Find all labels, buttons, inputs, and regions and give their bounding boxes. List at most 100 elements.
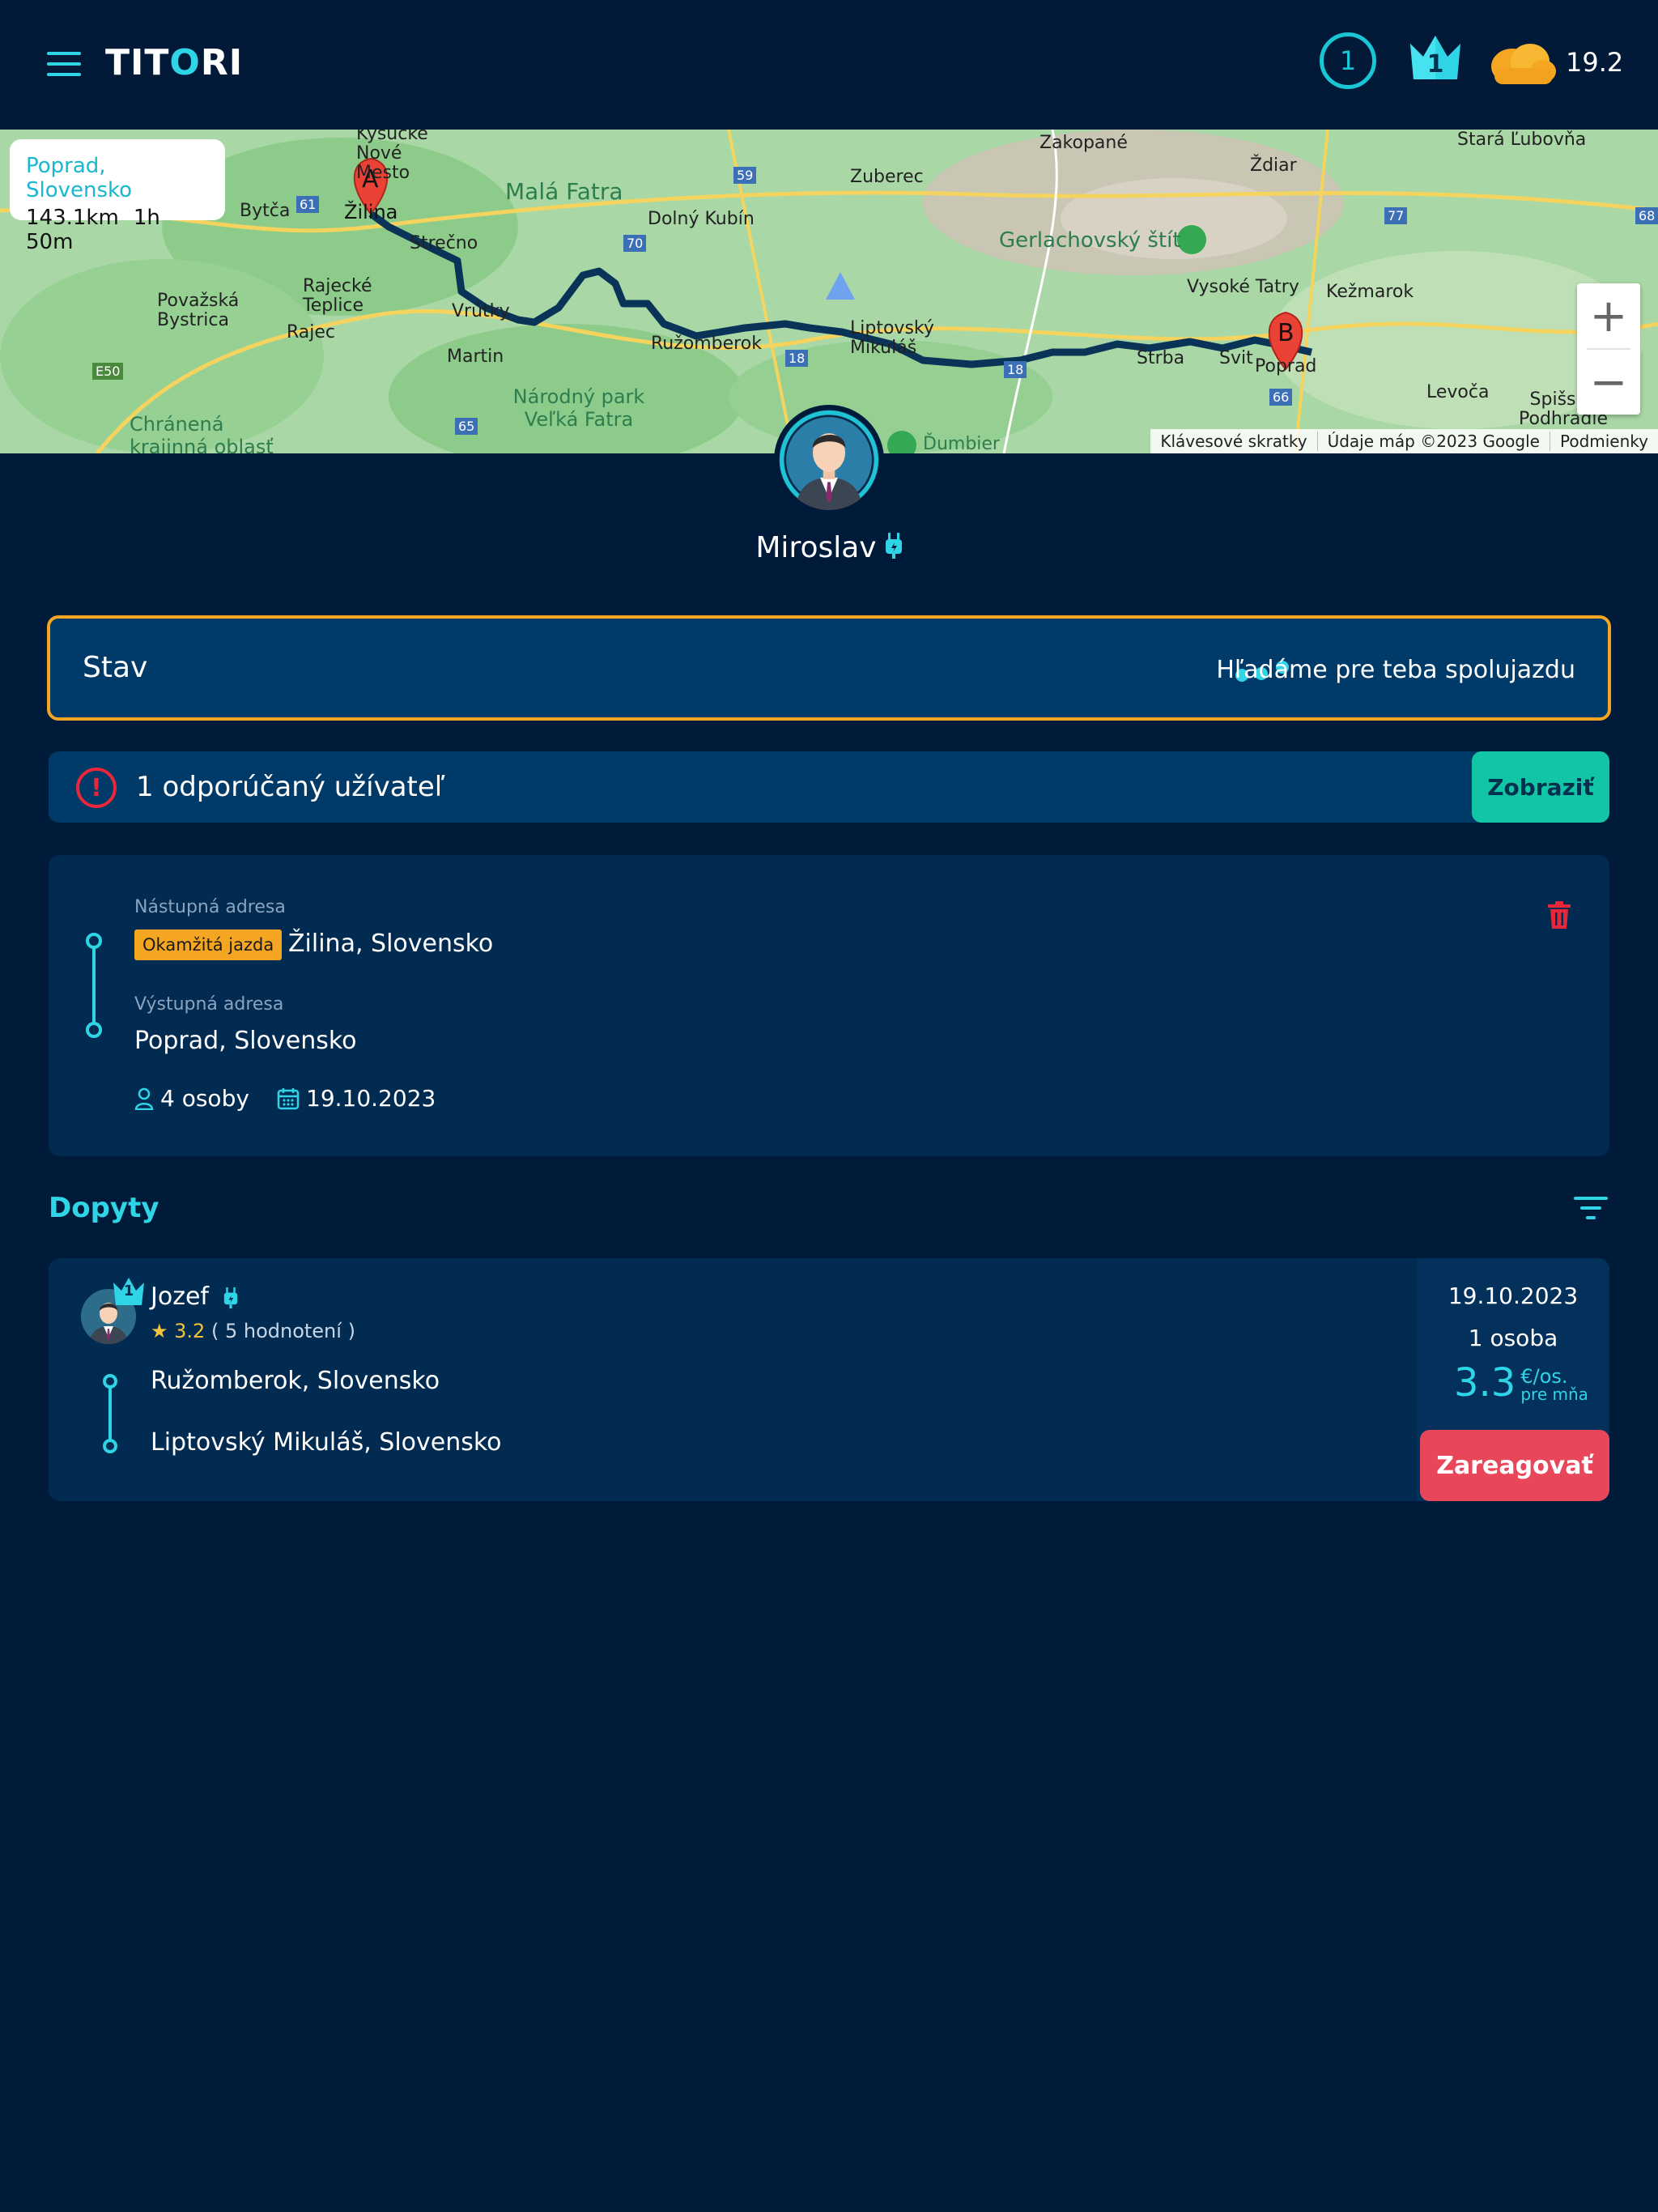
route-timeline-icon [86, 933, 102, 1038]
map-label: Levoča [1426, 382, 1490, 402]
map-label: Zuberec [850, 167, 924, 187]
crown-rank: 1 [123, 1283, 134, 1300]
filter-icon[interactable] [1574, 1195, 1608, 1221]
request-from: Ružomberok, Slovensko [151, 1367, 440, 1395]
road-shield: 65 [455, 418, 478, 435]
avatar[interactable] [774, 405, 884, 515]
alert-icon: ! [76, 768, 117, 808]
crown-rank: 1 [1426, 50, 1444, 79]
map-label: Národný park Veľká Fatra [512, 385, 645, 431]
status-label: Stav [83, 651, 148, 684]
rating: ★ 3.2 ( 5 hodnotení ) [151, 1320, 355, 1342]
instant-ride-badge: Okamžitá jazda [134, 929, 283, 960]
map-label: Poprad [1255, 356, 1317, 376]
logo-accent-letter: O [169, 42, 201, 83]
road-shield: E50 [92, 363, 124, 380]
request-card[interactable]: 1 Jozef ★ 3.2 ( 5 hodnotení ) Ružomberok… [49, 1258, 1609, 1501]
review-count: ( 5 hodnotení ) [210, 1320, 355, 1342]
price-unit: €/os. [1520, 1365, 1568, 1388]
app-header: TITORI 1 1 19.2 [0, 0, 1658, 130]
request-date: 19.10.2023 [1448, 1283, 1579, 1309]
ev-plug-icon [223, 1287, 237, 1308]
map-label: Chránená krajinná oblasť [130, 413, 274, 453]
recommended-users-bar: ! 1 odporúčaný užívateľ Zobraziť [49, 751, 1609, 823]
show-button[interactable]: Zobraziť [1472, 751, 1609, 823]
app-logo[interactable]: TITORI [105, 42, 243, 83]
road-shield: 61 [296, 196, 320, 213]
date-info: 19.10.2023 [277, 1085, 436, 1112]
map-label: Ďumbier [923, 434, 1000, 453]
map-label: Svit [1219, 348, 1253, 368]
zoom-out-button[interactable]: − [1577, 350, 1640, 415]
weather-cloud-icon [1488, 39, 1558, 87]
trash-icon[interactable] [1546, 900, 1572, 929]
map-label: Považská Bystrica [157, 291, 240, 330]
request-seats: 1 osoba [1468, 1325, 1558, 1351]
map-label: Dolný Kubín [648, 209, 755, 229]
menu-icon[interactable] [47, 52, 81, 76]
dropoff-label: Výstupná adresa [134, 994, 284, 1015]
crown-icon: 1 [112, 1276, 146, 1307]
map-attribution: Klávesové skratky Údaje máp ©2023 Google… [1150, 429, 1658, 453]
map-label: Gerlachovský štít [999, 228, 1181, 253]
recommended-text: 1 odporúčaný užívateľ [136, 771, 445, 803]
map-label: Strečno [410, 233, 478, 253]
dropoff-address: Poprad, Slovensko [134, 1027, 357, 1055]
price-value: 3.3 [1454, 1360, 1516, 1406]
route-meta: 143.1km 1h 50m [26, 206, 209, 254]
profile-name: Miroslav [0, 531, 1658, 566]
terms-link[interactable]: Podmienky [1549, 432, 1658, 451]
react-button[interactable]: Zareagovať [1420, 1430, 1609, 1501]
zoom-controls: + − [1577, 283, 1640, 415]
map-label: Zakopané [1039, 133, 1128, 153]
map-label: Ždiar [1250, 155, 1297, 176]
map-label: Vrútky [452, 301, 510, 321]
road-shield: 59 [733, 167, 757, 184]
road-shield: 68 [1635, 207, 1658, 224]
requests-title: Dopyty [49, 1192, 159, 1224]
route-summary-card: Poprad, Slovensko 143.1km 1h 50m [10, 139, 225, 254]
map-label: Liptovský Mikuláš [850, 318, 934, 358]
requester-name: Jozef [151, 1283, 238, 1311]
road-shield: 18 [1004, 361, 1027, 378]
pickup-label: Nástupná adresa [134, 897, 286, 917]
person-icon [134, 1087, 154, 1110]
profile-name-text: Miroslav [755, 531, 877, 564]
map-label: Ružomberok [651, 334, 762, 354]
route-destination: Poprad, Slovensko [26, 154, 133, 202]
road-shield: 77 [1384, 207, 1408, 224]
pickup-address: Žilina, Slovensko [288, 929, 494, 958]
request-price: 3.3 €/os. pre mňa [1454, 1360, 1588, 1406]
map-label: Kysucké Nové Mesto [356, 130, 428, 183]
route-distance: 143.1km [26, 206, 119, 230]
ev-plug-icon [885, 532, 903, 566]
map-label: Rajec [287, 322, 336, 342]
keyboard-shortcuts-link[interactable]: Klávesové skratky [1150, 432, 1316, 451]
map-data-credit: Údaje máp ©2023 Google [1316, 432, 1550, 451]
map-label: Kežmarok [1326, 282, 1414, 302]
temperature: 19.2 [1566, 47, 1624, 78]
road-shield: 70 [623, 235, 647, 252]
map-label: Stará Ľubovňa [1457, 130, 1587, 150]
road-shield: 18 [785, 350, 809, 367]
star-icon: ★ [151, 1320, 168, 1342]
map-label: Štrba [1137, 348, 1185, 368]
trip-card: Nástupná adresa Okamžitá jazda Žilina, S… [49, 855, 1609, 1156]
calendar-icon [277, 1087, 300, 1109]
price-note: pre mňa [1520, 1385, 1588, 1404]
crown-icon[interactable]: 1 [1407, 32, 1464, 84]
map-label: Žilina [344, 201, 398, 223]
map-label: Rajecké Teplice [303, 276, 372, 316]
request-to: Liptovský Mikuláš, Slovensko [151, 1428, 502, 1457]
persons-count: 4 osoby [160, 1085, 249, 1112]
map-label: Vysoké Tatry [1187, 277, 1299, 297]
requester-name-text: Jozef [151, 1283, 209, 1311]
marker-b-label: B [1278, 319, 1295, 347]
route-timeline-icon [103, 1374, 117, 1453]
road-shield: 66 [1269, 389, 1293, 406]
map-label: Martin [447, 347, 504, 367]
zoom-in-button[interactable]: + [1577, 283, 1640, 348]
status-panel: Stav Hľadáme pre teba spolujazdu [47, 615, 1611, 721]
level-badge[interactable]: 1 [1320, 32, 1376, 89]
request-side-panel: 19.10.2023 1 osoba 3.3 €/os. pre mňa Zarea… [1417, 1258, 1609, 1501]
